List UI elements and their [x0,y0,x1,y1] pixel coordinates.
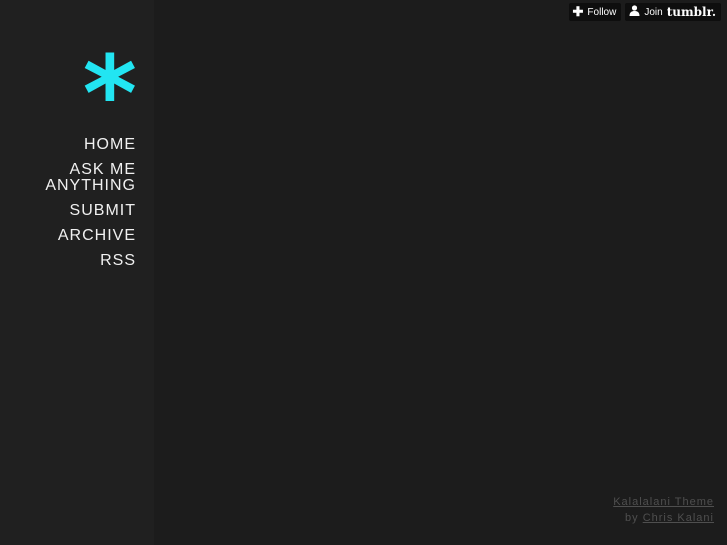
by-text: by [625,512,639,524]
nav-item-rss[interactable]: RSS [0,253,136,269]
theme-credit: Kalalalani Theme by Chris Kalani [613,494,714,526]
author-credit-line: by Chris Kalani [613,510,714,526]
user-icon-svg [629,5,640,16]
theme-credit-line: Kalalalani Theme [613,494,714,510]
nav-item-archive[interactable]: ARCHIVE [0,228,136,244]
nav-item-ask-me-anything[interactable]: ASK ME ANYTHING [0,162,136,194]
tumblr-wordmark: tumblr. [666,5,716,19]
nav-item-submit[interactable]: SUBMIT [0,203,136,219]
sidebar-nav: HOME ASK ME ANYTHING SUBMIT ARCHIVE RSS [0,137,136,278]
asterisk-logo[interactable]: * [83,42,137,146]
tumblr-controls: ✚ Follow Join tumblr. [568,3,721,21]
follow-label: Follow [587,6,617,18]
theme-link[interactable]: Kalalalani Theme [613,496,714,508]
author-link[interactable]: Chris Kalani [643,512,714,524]
user-icon [629,3,640,21]
follow-button[interactable]: ✚ Follow [568,3,622,21]
join-label: Join [644,6,663,18]
plus-icon: ✚ [572,4,584,19]
join-tumblr-button[interactable]: Join tumblr. [625,3,721,21]
nav-item-home[interactable]: HOME [0,137,136,153]
sidebar: * HOME ASK ME ANYTHING SUBMIT ARCHIVE RS… [0,0,154,545]
